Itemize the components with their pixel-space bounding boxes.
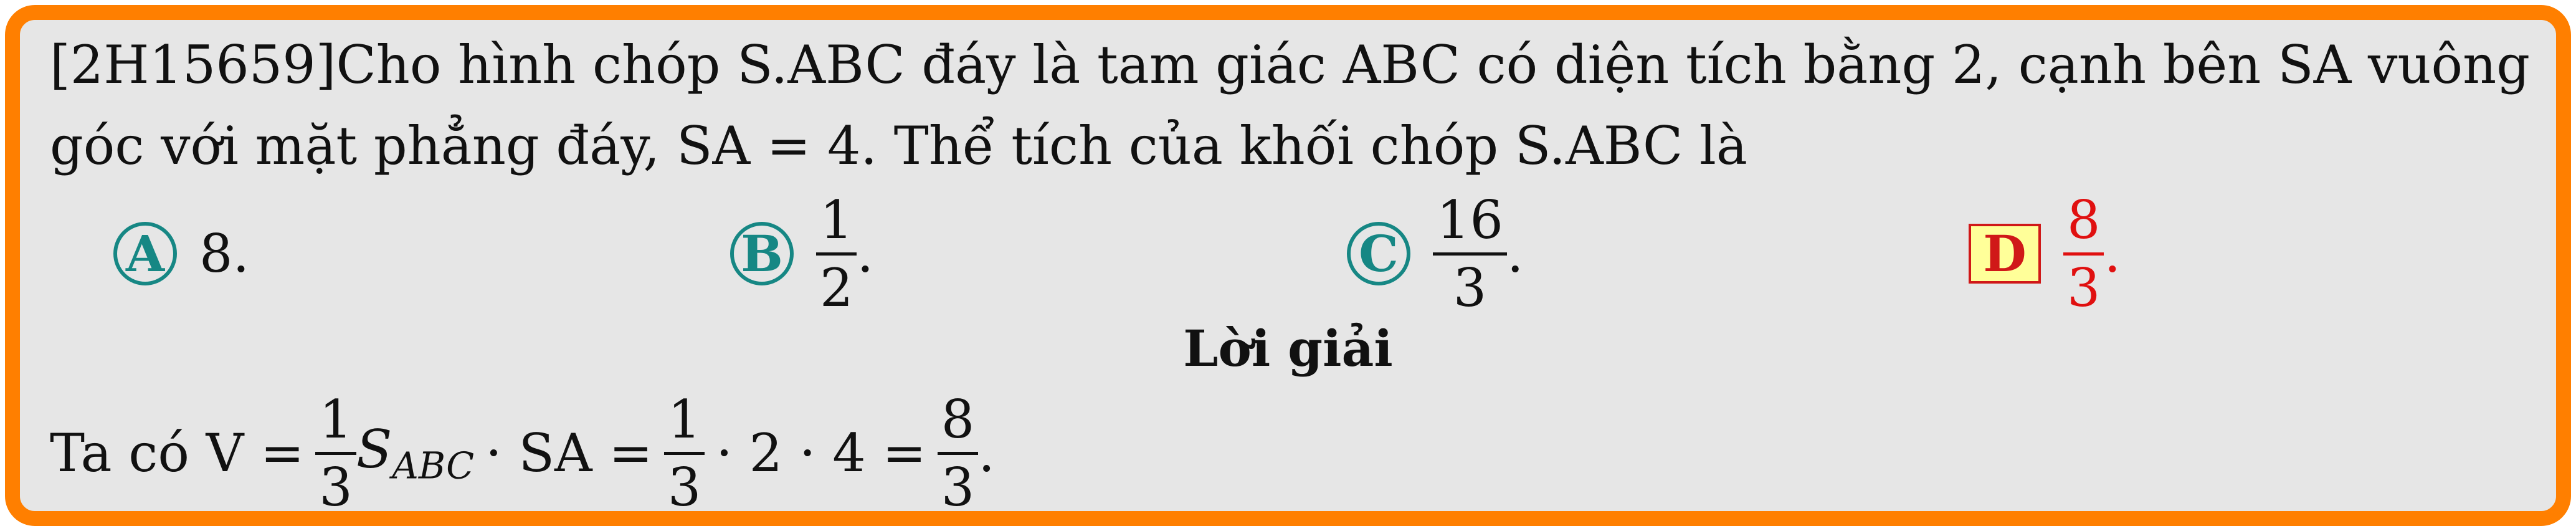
solution-line: Ta có V = 1 3 SABC · SA = 1 3 · 2 · 4 = … <box>50 381 995 525</box>
solution-prefix: Ta có V = <box>50 423 305 484</box>
fraction-numerator: 8 <box>941 388 975 450</box>
choice-c-marker: C <box>1347 222 1410 285</box>
fraction-numerator: 1 <box>667 388 701 450</box>
fraction-denominator: 3 <box>667 456 701 518</box>
choice-b-denominator: 2 <box>820 257 853 318</box>
choice-d-numerator: 8 <box>2067 189 2101 251</box>
choice-b-marker: B <box>730 222 794 285</box>
choice-d-marker: D <box>1969 224 2041 284</box>
question-line-2: góc với mặt phẳng đáy, SA = 4. Thể tích … <box>50 115 1747 176</box>
fraction-denominator: 3 <box>941 456 975 518</box>
choice-b-fraction: 1 2 <box>816 194 857 314</box>
choice-c[interactable]: C 16 3 . <box>1347 182 1524 325</box>
solution-middle: · SA = <box>485 423 653 484</box>
solution-title: Lời giải <box>1183 319 1393 378</box>
solution-fraction-2: 1 3 <box>663 388 705 518</box>
solution-end: . <box>978 423 995 484</box>
exercise-card: [2H15659]Cho hình chóp S.ABC đáy là tam … <box>5 5 2571 526</box>
choice-c-fraction: 16 3 <box>1433 194 1507 314</box>
solution-calc: · 2 · 4 = <box>716 423 926 484</box>
choice-d-denominator: 3 <box>2067 257 2101 318</box>
fraction-numerator: 1 <box>319 388 353 450</box>
choice-d-fraction: 8 3 <box>2063 194 2104 314</box>
solution-fraction-1: 1 3 <box>315 393 356 514</box>
choice-a-text: 8. <box>199 223 250 284</box>
choice-b-numerator: 1 <box>820 189 853 251</box>
choice-d[interactable]: D 8 3 . <box>1969 182 2121 325</box>
choice-a-marker: A <box>113 222 177 285</box>
choice-c-suffix: . <box>1506 223 1524 284</box>
choice-b-suffix: . <box>857 223 874 284</box>
choice-c-numerator: 16 <box>1437 189 1503 251</box>
solution-fraction-3: 8 3 <box>937 388 979 518</box>
solution-area-symbol: SABC <box>356 419 475 487</box>
fraction-denominator: 3 <box>319 456 353 518</box>
choice-d-suffix: . <box>2104 223 2121 284</box>
choice-b[interactable]: B 1 2 . <box>730 182 873 325</box>
choice-c-denominator: 3 <box>1453 257 1487 318</box>
question-line-1: [2H15659]Cho hình chóp S.ABC đáy là tam … <box>50 34 2530 95</box>
choice-a[interactable]: A 8. <box>113 182 249 325</box>
